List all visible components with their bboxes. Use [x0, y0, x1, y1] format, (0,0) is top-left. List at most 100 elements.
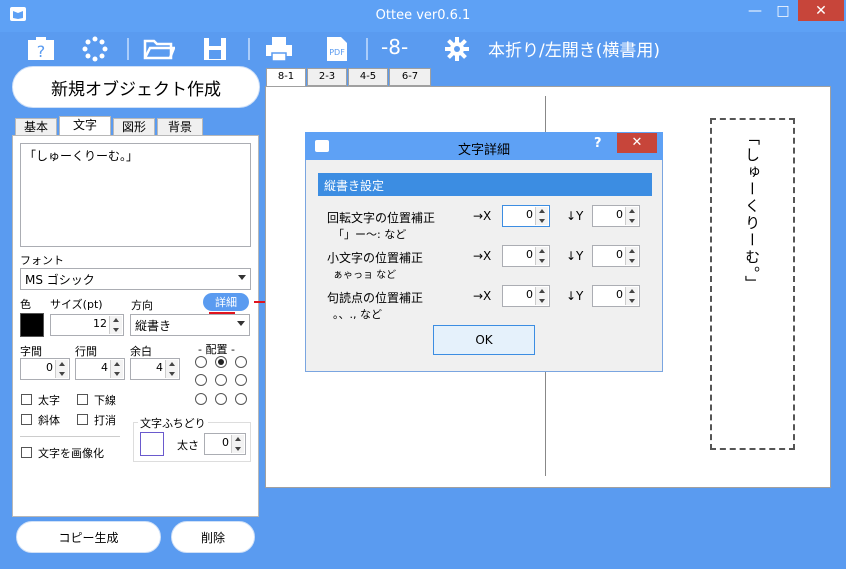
canvas-bottom-area: [265, 488, 831, 560]
stepper-arrows-icon[interactable]: [625, 287, 638, 305]
new-object-button[interactable]: 新規オブジェクト作成: [12, 66, 260, 108]
outline-width-label: 太さ: [177, 439, 199, 452]
punct-y-stepper[interactable]: 0: [592, 285, 640, 307]
line-spacing-label: 行間: [75, 345, 97, 358]
stepper-arrows-icon[interactable]: [109, 316, 122, 334]
strike-checkbox[interactable]: [77, 414, 88, 425]
layout-label[interactable]: 本折り/左開き(横書用): [488, 36, 660, 61]
dialog-title-bar: 文字詳細 ? ✕: [305, 132, 663, 160]
direction-select[interactable]: 縦書き: [130, 314, 250, 336]
small-x-value: 0: [526, 248, 533, 261]
doc-tab-8-1[interactable]: 8-1: [266, 68, 306, 87]
color-swatch[interactable]: [20, 313, 44, 337]
title-bar: Ottee ver0.6.1: [0, 0, 846, 32]
delete-button[interactable]: 削除: [171, 521, 255, 553]
bold-checkbox[interactable]: [21, 394, 32, 405]
save-icon[interactable]: [198, 34, 232, 64]
punct-x-value: 0: [526, 288, 533, 301]
stepper-arrows-icon[interactable]: [231, 435, 244, 453]
divider: [20, 436, 120, 437]
minimize-button[interactable]: —: [742, 0, 768, 22]
dialog-help-button[interactable]: ?: [594, 136, 610, 151]
help-icon[interactable]: ?: [24, 34, 58, 64]
outline-color-swatch[interactable]: [140, 432, 164, 456]
maximize-button[interactable]: □: [770, 0, 796, 22]
tab-basic[interactable]: 基本: [15, 118, 57, 136]
small-y-label: ↓Y: [566, 249, 584, 263]
text-object[interactable]: 「しゅーくりーむ。」: [710, 118, 795, 450]
stepper-arrows-icon[interactable]: [625, 247, 638, 265]
stepper-arrows-icon[interactable]: [535, 207, 548, 225]
tab-background[interactable]: 背景: [157, 118, 203, 136]
window-title: Ottee ver0.6.1: [375, 8, 471, 23]
small-x-stepper[interactable]: 0: [502, 245, 550, 267]
print-icon[interactable]: [262, 34, 296, 64]
section-header: 縦書き設定: [318, 173, 652, 196]
italic-label: 斜体: [38, 414, 60, 427]
small-y-value: 0: [616, 248, 623, 261]
pdf-icon[interactable]: PDF: [320, 34, 354, 64]
stepper-arrows-icon[interactable]: [55, 360, 68, 378]
ok-button[interactable]: OK: [433, 325, 535, 355]
close-button[interactable]: ✕: [798, 0, 844, 21]
chevron-down-icon: [238, 275, 246, 280]
size-stepper[interactable]: 12: [50, 314, 124, 336]
align-bottom-center[interactable]: [215, 393, 227, 405]
char-spacing-stepper[interactable]: 0: [20, 358, 70, 380]
toolbar-separator: [366, 38, 368, 60]
punct-fix-label: 句読点の位置補正: [327, 291, 424, 305]
outline-width-value: 0: [222, 436, 229, 449]
direction-label: 方向: [131, 299, 153, 312]
punct-x-stepper[interactable]: 0: [502, 285, 550, 307]
doc-tab-2-3[interactable]: 2-3: [307, 68, 347, 86]
loading-icon[interactable]: [78, 34, 112, 64]
underline-checkbox[interactable]: [77, 394, 88, 405]
punct-x-label: →X: [473, 289, 492, 303]
punct-y-label: ↓Y: [566, 289, 584, 303]
copy-button[interactable]: コピー生成: [16, 521, 161, 553]
align-top-right[interactable]: [235, 356, 247, 368]
align-middle-right[interactable]: [235, 374, 247, 386]
doc-tab-6-7[interactable]: 6-7: [389, 68, 431, 86]
settings-icon[interactable]: [440, 34, 474, 64]
rotate-y-stepper[interactable]: 0: [592, 205, 640, 227]
tab-shape[interactable]: 図形: [113, 118, 155, 136]
margin-label: 余白: [130, 345, 152, 358]
line-spacing-stepper[interactable]: 4: [75, 358, 125, 380]
margin-stepper[interactable]: 4: [130, 358, 180, 380]
stepper-arrows-icon[interactable]: [110, 360, 123, 378]
rotate-y-value: 0: [616, 208, 623, 221]
small-char-fix-label: 小文字の位置補正: [327, 251, 424, 265]
align-top-left[interactable]: [195, 356, 207, 368]
italic-checkbox[interactable]: [21, 414, 32, 425]
rotate-x-stepper[interactable]: 0: [502, 205, 550, 227]
text-input[interactable]: 「しゅーくりーむ。」: [20, 143, 251, 247]
doc-tab-4-5[interactable]: 4-5: [348, 68, 388, 86]
rasterize-checkbox[interactable]: [21, 447, 32, 458]
bold-label: 太字: [38, 394, 60, 407]
tab-text[interactable]: 文字: [59, 116, 111, 137]
open-folder-icon[interactable]: [142, 34, 176, 64]
dialog-close-button[interactable]: ✕: [617, 133, 657, 153]
align-bottom-left[interactable]: [195, 393, 207, 405]
align-bottom-right[interactable]: [235, 393, 247, 405]
align-top-center[interactable]: [215, 356, 227, 368]
stepper-arrows-icon[interactable]: [165, 360, 178, 378]
small-y-stepper[interactable]: 0: [592, 245, 640, 267]
stepper-arrows-icon[interactable]: [535, 247, 548, 265]
rotate-fix-label: 回転文字の位置補正: [327, 211, 436, 225]
stepper-arrows-icon[interactable]: [625, 207, 638, 225]
stepper-arrows-icon[interactable]: [535, 287, 548, 305]
align-middle-left[interactable]: [195, 374, 207, 386]
align-middle-center[interactable]: [215, 374, 227, 386]
strike-label: 打消: [94, 414, 116, 427]
font-select-value: MS ゴシック: [25, 273, 95, 287]
small-x-label: →X: [473, 249, 492, 263]
font-select[interactable]: MS ゴシック: [20, 268, 251, 290]
chevron-down-icon: [237, 321, 245, 326]
punct-fix-sub: 。、., など: [333, 308, 382, 321]
char-spacing-label: 字間: [20, 345, 42, 358]
outline-width-stepper[interactable]: 0: [204, 433, 246, 455]
alignment-label: - 配置 -: [198, 343, 235, 356]
detail-button[interactable]: 詳細: [203, 293, 249, 311]
